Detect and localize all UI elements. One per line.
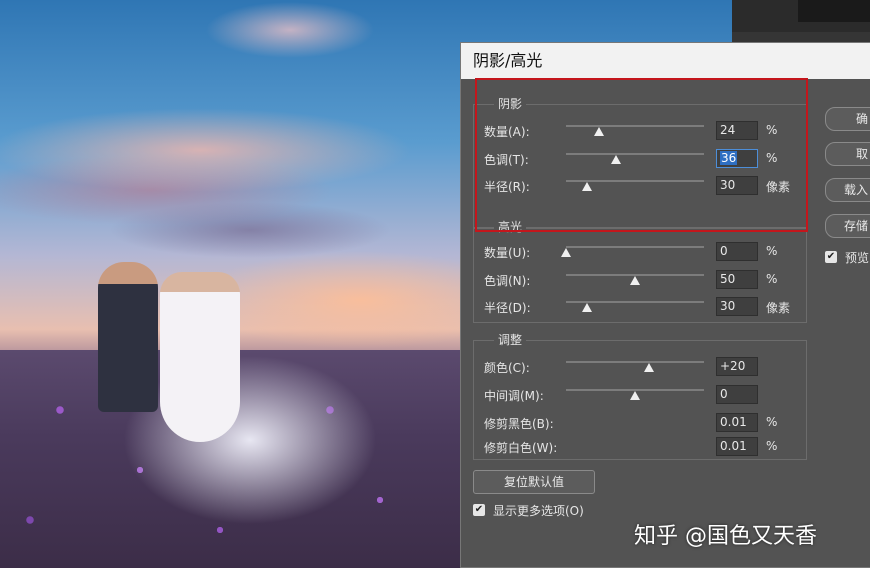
adjustments-group-title: 调整	[494, 332, 527, 348]
highlights-row-label: 半径(D):	[484, 301, 531, 315]
reset-defaults-button[interactable]: 复位默认值	[473, 470, 595, 494]
value-text: +20	[720, 359, 746, 373]
more-options-checkbox[interactable]: ✔	[473, 504, 485, 516]
adjustments-group: 调整 颜色(C): +20 中间调(M): 0 修剪黑色(B): 0.01% 修剪白色(W)…	[473, 332, 808, 460]
flower-field	[0, 350, 480, 568]
adjustments-value-field[interactable]: 0.01	[716, 437, 758, 456]
watermark-text: 知乎 @国色又天香	[634, 524, 817, 549]
adjustments-row-label: 修剪白色(W):	[484, 441, 558, 455]
highlights-row: 色调(N): 50%	[474, 270, 808, 290]
value-text: 0	[720, 387, 728, 401]
unit-label: %	[766, 415, 778, 429]
bride-figure	[160, 272, 240, 442]
value-text: 0.01	[720, 439, 747, 453]
value-text: 0	[720, 244, 728, 258]
save-button[interactable]: 存储	[825, 214, 870, 238]
highlights-row-label: 数量(U):	[484, 246, 531, 260]
unit-label: 像素	[766, 301, 791, 315]
photoshop-panel-strip	[732, 0, 870, 44]
slider-thumb[interactable]	[630, 391, 640, 400]
adjustments-value-field[interactable]: +20	[716, 357, 758, 376]
slider-track[interactable]	[566, 246, 704, 248]
adjustments-value-field[interactable]: 0	[716, 385, 758, 404]
adjustments-row-label: 修剪黑色(B):	[484, 417, 554, 431]
highlights-row: 数量(U): 0%	[474, 242, 808, 262]
adjustments-row: 颜色(C): +20	[474, 357, 808, 377]
color-swatch-bar	[798, 0, 870, 22]
adjustments-row: 修剪白色(W): 0.01%	[474, 437, 808, 457]
preview-label: 预览	[845, 251, 870, 265]
slider-thumb[interactable]	[630, 276, 640, 285]
slider-thumb[interactable]	[561, 248, 571, 257]
red-highlight-box	[475, 78, 808, 232]
ok-button[interactable]: 确	[825, 107, 870, 131]
highlights-value-field[interactable]: 0	[716, 242, 758, 261]
slider-thumb[interactable]	[643, 363, 654, 372]
adjustments-row: 修剪黑色(B): 0.01%	[474, 413, 808, 433]
adjustments-value-field[interactable]: 0.01	[716, 413, 758, 432]
adjustments-row: 中间调(M): 0	[474, 385, 808, 405]
highlights-group: 高光 数量(U): 0% 色调(N): 50% 半径(D): 30 像素	[473, 219, 808, 323]
slider-thumb[interactable]	[581, 303, 592, 312]
load-button[interactable]: 载入	[825, 178, 870, 202]
value-text: 50	[720, 272, 736, 286]
cancel-button[interactable]: 取	[825, 142, 870, 166]
unit-label: %	[766, 439, 778, 453]
adjustments-row-label: 颜色(C):	[484, 361, 530, 375]
more-options-label: 显示更多选项(O)	[493, 504, 584, 518]
unit-label: %	[766, 272, 778, 286]
unit-label: %	[766, 244, 778, 258]
highlights-value-field[interactable]: 50	[716, 270, 758, 289]
slider-track[interactable]	[566, 361, 704, 363]
adjustments-row-label: 中间调(M):	[484, 389, 544, 403]
value-text: 30	[720, 299, 736, 313]
highlights-row-label: 色调(N):	[484, 274, 531, 288]
preview-checkbox[interactable]: ✔	[825, 251, 837, 263]
highlights-value-field[interactable]: 30	[716, 297, 758, 316]
highlights-row: 半径(D): 30 像素	[474, 297, 808, 317]
dialog-title: 阴影/高光	[461, 43, 870, 79]
value-text: 0.01	[720, 415, 747, 429]
groom-figure	[98, 262, 158, 412]
